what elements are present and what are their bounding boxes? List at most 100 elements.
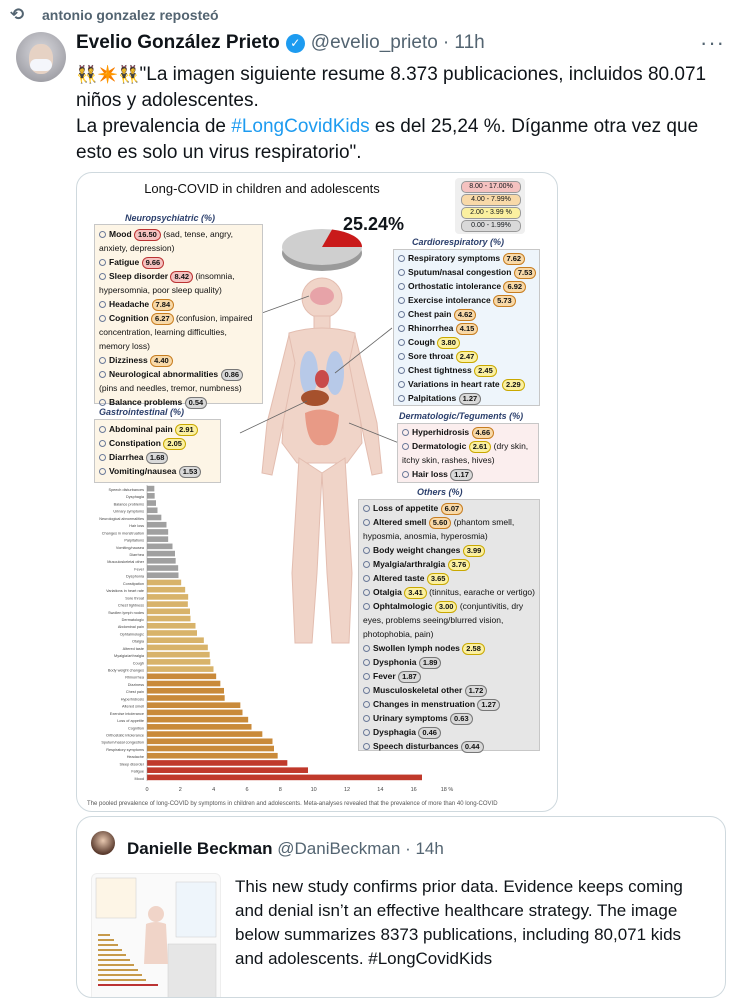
bar-label: Sore throat — [125, 596, 145, 600]
symptom-name: Hair loss — [412, 469, 448, 479]
author-handle[interactable]: @evelio_prieto — [311, 32, 438, 54]
bar-label: Changes in menstruation — [102, 531, 144, 535]
symptom-row: Exercise intolerance 5.73 — [398, 293, 535, 307]
symptom-name: Dysphagia — [373, 727, 416, 737]
symptom-row: Abdominal pain 2.91 — [99, 422, 216, 436]
bar-label: Diarrhea — [129, 553, 144, 557]
symptom-name: Otalgia — [373, 587, 402, 597]
bar-label: Rhinorrhea — [125, 676, 145, 680]
author-name[interactable]: Evelio González Prieto — [76, 32, 280, 54]
symptom-row: Sore throat 2.47 — [398, 349, 535, 363]
quote-author-name[interactable]: Danielle Beckman — [127, 839, 273, 858]
bar — [147, 738, 273, 745]
symptom-value: 8.42 — [170, 271, 194, 283]
bar-label: Body weight changes — [108, 669, 144, 673]
symptom-name: Sleep disorder — [109, 271, 169, 281]
bar-label: Speech disturbances — [109, 488, 145, 492]
bullet-icon — [402, 429, 409, 437]
x-tick-label: 0 — [145, 787, 148, 793]
tweet-time[interactable]: · 11h — [443, 32, 485, 54]
symptom-row: Sleep disorder 8.42 (insomnia, — [99, 269, 258, 283]
bar-label: Dermatologic — [122, 618, 144, 622]
symptom-name: Rhinorrhea — [408, 323, 454, 333]
bullet-icon — [363, 715, 370, 723]
bullet-icon — [363, 561, 370, 569]
tweet-image[interactable]: Long-COVID in children and adolescents 8… — [76, 172, 558, 812]
symptom-row: Rhinorrhea 4.15 — [398, 321, 535, 335]
bar-label: Abdominal pain — [118, 625, 144, 629]
symptom-row: Changes in menstruation 1.27 — [363, 697, 535, 711]
avatar[interactable] — [16, 32, 66, 82]
symptom-name: Chest pain — [408, 309, 452, 319]
bar — [147, 716, 249, 723]
bullet-icon — [363, 505, 370, 513]
bar-label: Loss of appetite — [117, 719, 144, 723]
bullet-icon — [363, 575, 370, 583]
quote-time[interactable]: · 14h — [405, 839, 444, 858]
bar-label: Constipation — [123, 582, 144, 586]
symptom-name: Orthostatic intolerance — [408, 281, 502, 291]
symptom-name: Body weight changes — [373, 545, 461, 555]
symptom-name: Dysphonia — [373, 657, 417, 667]
symptom-row: Otalgia 3.41 (tinnitus, earache or verti… — [363, 585, 535, 599]
bar — [147, 594, 189, 600]
symptom-row: hypersomnia, poor sleep quality) — [99, 283, 258, 297]
x-tick-label: 16 — [411, 787, 417, 793]
symptom-name: Loss of appetite — [373, 503, 439, 513]
symptom-row: Sputum/nasal congestion 7.53 — [398, 265, 537, 279]
symptom-row: Dysphagia 0.46 — [363, 725, 535, 739]
quote-image-thumbnail[interactable] — [91, 873, 221, 997]
symptom-value: 2.45 — [474, 365, 497, 377]
bullet-icon — [398, 381, 405, 389]
repost-header[interactable]: ⟲ antonio gonzalez reposteó — [10, 5, 219, 24]
symptom-value: 1.53 — [178, 466, 202, 478]
bar — [147, 659, 211, 665]
symptom-row: photophobia, pain) — [363, 627, 535, 641]
hashtag-link[interactable]: #LongCovidKids — [231, 116, 369, 137]
bar-label: Headache — [127, 755, 144, 759]
more-options-icon[interactable]: ··· — [700, 30, 725, 56]
symptom-name: Palpitations — [408, 393, 457, 403]
bullet-icon — [363, 673, 370, 681]
x-tick-label: 6 — [245, 787, 248, 793]
bar-label: Sleep disorder — [120, 762, 145, 766]
symptom-value: 9.66 — [141, 257, 165, 269]
bullet-icon — [99, 259, 106, 267]
symptom-value: 6.27 — [151, 313, 174, 325]
bar — [147, 601, 188, 607]
tweet-header: Evelio González Prieto ✓ @evelio_prieto … — [76, 32, 485, 54]
quote-handle[interactable]: @DaniBeckman — [277, 839, 400, 858]
bar-label: Neurological abnormalities — [99, 517, 144, 521]
bar — [147, 680, 221, 687]
symptom-note: (confusion, impaired — [173, 313, 253, 323]
quoted-tweet[interactable]: Danielle Beckman @DaniBeckman · 14h This… — [76, 816, 726, 998]
quote-avatar[interactable] — [91, 831, 115, 855]
bar — [147, 485, 155, 492]
bar-label: Fever — [134, 567, 144, 571]
verified-icon: ✓ — [285, 33, 305, 53]
bar-label: Otalgia — [132, 640, 145, 644]
others-box: Loss of appetite 6.07 Altered smell 5.60 … — [358, 499, 540, 753]
symptom-row: Urinary symptoms 0.63 — [363, 711, 535, 725]
symptom-row: Dysphonia 1.89 — [363, 655, 535, 669]
symptom-value: 0.86 — [220, 369, 244, 381]
symptom-name: Fever — [373, 671, 396, 681]
derma-box: Hyperhidrosis 4.66 Dermatologic 2.61 (dry… — [397, 423, 539, 483]
bar-label: Dysphagia — [126, 495, 145, 499]
bar — [147, 557, 176, 564]
bar — [147, 608, 190, 615]
bar — [147, 536, 169, 542]
symptom-note: hyposmia, anosmia, hyperosmia) — [363, 531, 488, 541]
bar — [147, 579, 182, 586]
symptom-value: 6.07 — [440, 503, 464, 515]
bullet-icon — [363, 659, 370, 667]
symptom-row: Constipation 2.05 — [99, 436, 216, 450]
symptom-name: Respiratory symptoms — [408, 253, 501, 263]
pie-chart-icon — [282, 229, 363, 271]
bar — [147, 565, 179, 571]
bullet-icon — [398, 297, 405, 305]
symptom-note: (pins and needles, tremor, numbness) — [99, 383, 242, 393]
symptom-row: Chest tightness 2.45 — [398, 363, 535, 377]
gastro-box: Abdominal pain 2.91 Constipation 2.05 Diar… — [94, 419, 221, 483]
bullet-icon — [363, 743, 370, 751]
